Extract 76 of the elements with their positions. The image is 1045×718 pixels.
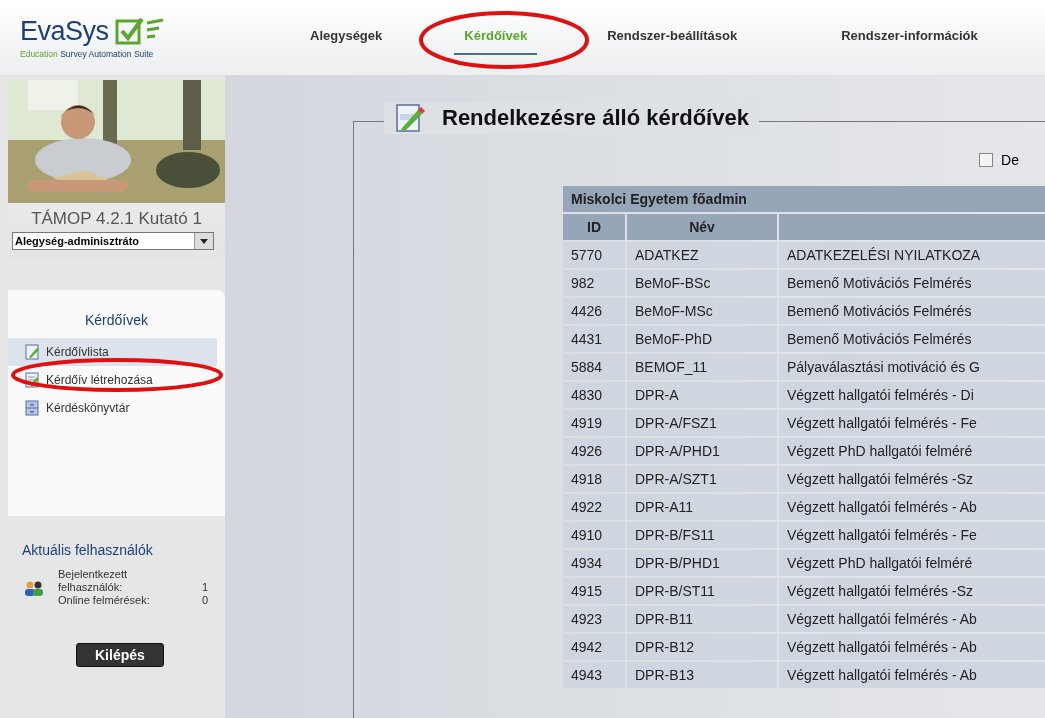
stat-label: Online felmérések:	[58, 594, 151, 607]
users-title: Aktuális felhasználók	[22, 542, 154, 558]
role-dropdown[interactable]: Alegység-adminisztráto	[12, 232, 214, 250]
table-cell: DPR-B/ST11	[627, 578, 777, 604]
table-group-header: Miskolci Egyetem főadmin	[563, 186, 1045, 212]
pencil-document-icon	[394, 102, 426, 134]
table-cell: 5770	[563, 242, 625, 268]
table-cell: Végzett hallgatói felmérés - Fe	[779, 410, 1045, 436]
stat-label: Bejelentkezett felhasználók:	[58, 568, 129, 594]
logo-tagline: Education Survey Automation Suite	[20, 49, 155, 59]
table-cell: 4431	[563, 326, 625, 352]
table-cell: 5884	[563, 354, 625, 380]
page-title: Rendelkezésre álló kérdőívek	[442, 105, 749, 131]
caret-icon	[200, 238, 208, 244]
table-cell: Pályaválasztási motiváció és G	[779, 354, 1045, 380]
table-cell: Végzett PhD hallgatói felméré	[779, 438, 1045, 464]
column-header: ID	[563, 214, 625, 240]
table-cell: DPR-B13	[627, 662, 777, 688]
table-cell: DPR-B/PHD1	[627, 550, 777, 576]
stat-value: 1	[200, 581, 208, 594]
nav-tab[interactable]: Alegységek	[300, 20, 393, 55]
table-cell: DPR-B12	[627, 634, 777, 660]
pencil-document-icon	[24, 344, 40, 360]
menu-item[interactable]: Kérdőív létrehozása	[8, 366, 217, 394]
menu-title: Kérdőívek	[83, 312, 149, 328]
table-cell: BeMoF-MSc	[627, 298, 777, 324]
table-cell: 4915	[563, 578, 625, 604]
table-cell: DPR-A11	[627, 494, 777, 520]
table-cell: 982	[563, 270, 625, 296]
table-cell: Végzett hallgatói felmérés - Ab	[779, 494, 1045, 520]
table-cell: Végzett hallgatói felmérés - Ab	[779, 606, 1045, 632]
table-cell: DPR-B11	[627, 606, 777, 632]
table-cell: 4942	[563, 634, 625, 660]
table-cell: 4830	[563, 382, 625, 408]
table-cell: DPR-A	[627, 382, 777, 408]
table-cell: ADATKEZ	[627, 242, 777, 268]
table-cell: Végzett hallgatói felmérés - Ab	[779, 662, 1045, 688]
table-cell: Bemenő Motivációs Felmérés	[779, 326, 1045, 352]
table-cell: 4923	[563, 606, 625, 632]
table-cell: Végzett hallgatói felmérés - Fe	[779, 522, 1045, 548]
nav-tab[interactable]: Rendszer-beállítások	[597, 20, 748, 55]
stat-value: 0	[200, 594, 208, 607]
table-cell: ADATKEZELÉSI NYILATKOZA	[779, 242, 1045, 268]
table-cell: Végzett hallgatói felmérés -Sz	[779, 466, 1045, 492]
logo-name: EvaSys	[20, 16, 109, 47]
table-cell: DPR-A/SZT1	[627, 466, 777, 492]
table-cell: Végzett PhD hallgatói felméré	[779, 550, 1045, 576]
table-cell: 4918	[563, 466, 625, 492]
table-cell: Bemenő Motivációs Felmérés	[779, 270, 1045, 296]
table-cell: 4910	[563, 522, 625, 548]
checkmark-logo-icon	[114, 16, 165, 47]
table-cell: Végzett hallgatói felmérés - Di	[779, 382, 1045, 408]
user-name: TÁMOP 4.2.1 Kutató 1	[30, 209, 203, 229]
table-cell: Bemenő Motivációs Felmérés	[779, 298, 1045, 324]
users-icon	[24, 579, 44, 596]
table-cell: Végzett hallgatói felmérés - Ab	[779, 634, 1045, 660]
table-cell: 4926	[563, 438, 625, 464]
nav-tab[interactable]: Rendszer-információk	[831, 20, 988, 55]
cabinet-icon	[24, 400, 40, 416]
table-cell: DPR-B/FS11	[627, 522, 777, 548]
menu-item[interactable]: Kérdéskönyvtár	[8, 394, 217, 422]
table-cell: 4934	[563, 550, 625, 576]
table-cell: Végzett hallgatói felmérés -Sz	[779, 578, 1045, 604]
table-cell: BeMoF-BSc	[627, 270, 777, 296]
logout-button[interactable]: Kilépés	[76, 643, 164, 667]
table-cell: DPR-A/FSZ1	[627, 410, 777, 436]
table-cell: 4919	[563, 410, 625, 436]
table-cell: BEMOF_11	[627, 354, 777, 380]
checkbox-label: De	[1001, 152, 1019, 168]
table-cell: 4922	[563, 494, 625, 520]
table-cell: 4943	[563, 662, 625, 688]
checkbox[interactable]	[979, 153, 994, 167]
table-cell: 4426	[563, 298, 625, 324]
table-cell: BeMoF-PhD	[627, 326, 777, 352]
column-header: Név	[627, 214, 777, 240]
table-cell: DPR-A/PHD1	[627, 438, 777, 464]
